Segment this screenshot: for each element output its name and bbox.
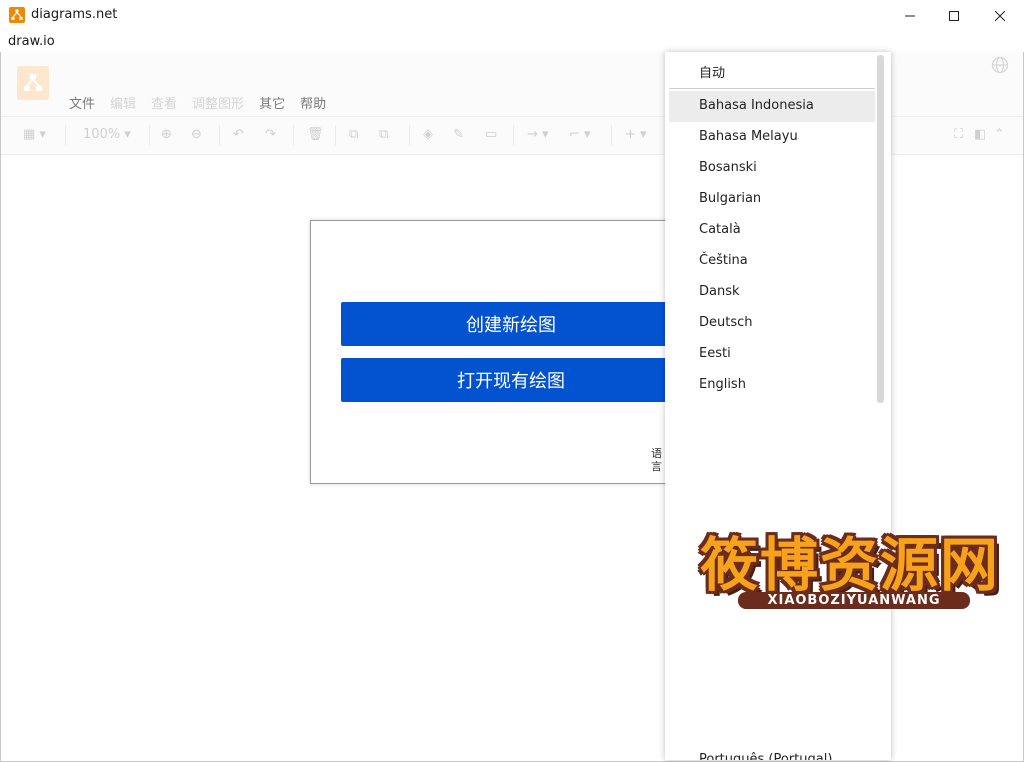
close-icon (995, 11, 1005, 21)
fill-color-icon[interactable]: ◈ (423, 127, 433, 143)
watermark-title: 筱博资源网 (699, 531, 1000, 599)
redo-icon[interactable]: ↷ (265, 127, 276, 143)
format-panel-icon[interactable]: ▦ ▾ (23, 127, 46, 143)
language-item[interactable]: Bahasa Melayu (669, 122, 875, 153)
language-item[interactable]: Deutsch (669, 308, 875, 339)
toolbar-divider (219, 125, 220, 145)
shadow-icon[interactable]: ▭ (485, 127, 497, 143)
open-existing-diagram-button[interactable]: 打开现有绘图 (341, 358, 681, 402)
zoom-value: 100% (83, 127, 121, 142)
language-item[interactable]: Bahasa Indonesia (669, 91, 875, 122)
language-item-auto[interactable]: 自动 (669, 55, 875, 86)
zoom-select[interactable]: 100% ▾ (83, 127, 131, 143)
close-button[interactable] (977, 0, 1023, 32)
minimize-button[interactable] (887, 0, 933, 32)
splash-dialog: 创建新绘图 打开现有绘图 语言 (310, 220, 712, 484)
drawio-logo (17, 66, 49, 100)
menu-scrollbar[interactable] (877, 55, 884, 403)
toolbar-divider (293, 125, 294, 145)
menu-arrange[interactable]: 调整图形 (192, 93, 244, 112)
language-menu: 自动 Bahasa Indonesia Bahasa Melayu Bosans… (665, 52, 891, 760)
watermark-logo: 筱博资源网 XIAOBOZIYUANWANG (680, 518, 1020, 618)
globe-icon[interactable] (991, 56, 1009, 74)
toolbar-divider (65, 125, 66, 145)
toolbar-divider (149, 125, 150, 145)
format-toggle-icon[interactable]: ◧ (974, 127, 986, 143)
language-item-partial[interactable]: Português (Portugal) (699, 748, 832, 760)
maximize-button[interactable] (931, 0, 977, 32)
language-item[interactable]: Bulgarian (669, 184, 875, 215)
zoom-out-icon[interactable]: ⊖ (191, 127, 202, 143)
language-item[interactable]: Dansk (669, 277, 875, 308)
connection-icon[interactable]: → ▾ (527, 127, 549, 143)
language-item[interactable]: Eesti (669, 339, 875, 370)
to-back-icon[interactable]: ⧉ (379, 127, 388, 143)
language-item[interactable]: Čeština (669, 246, 875, 277)
menu-help[interactable]: 帮助 (300, 93, 326, 112)
line-color-icon[interactable]: ✎ (453, 127, 464, 143)
delete-icon[interactable]: 🗑 (307, 127, 324, 143)
language-link[interactable]: 语言 (651, 447, 665, 473)
maximize-icon (949, 11, 959, 21)
waypoints-icon[interactable]: ⌐ ▾ (569, 127, 591, 143)
create-new-diagram-button[interactable]: 创建新绘图 (341, 302, 681, 346)
fullscreen-icon[interactable]: ⛶ (954, 127, 963, 143)
title-bar: diagrams.net (0, 0, 1024, 32)
menu-view[interactable]: 查看 (151, 93, 177, 112)
menu-divider (669, 88, 875, 89)
menu-edit[interactable]: 编辑 (110, 93, 136, 112)
to-front-icon[interactable]: ⧉ (349, 127, 358, 143)
window-title: diagrams.net (31, 7, 118, 22)
toolbar-divider (513, 125, 514, 145)
menubar-label[interactable]: draw.io (8, 34, 55, 49)
collapse-icon[interactable]: ⌃ (994, 127, 1005, 143)
toolbar-divider (409, 125, 410, 145)
language-item[interactable]: Català (669, 215, 875, 246)
toolbar-divider (611, 125, 612, 145)
toolbar-divider (335, 125, 336, 145)
language-item[interactable]: English (669, 370, 875, 401)
language-item[interactable]: Bosanski (669, 153, 875, 184)
zoom-in-icon[interactable]: ⊕ (161, 127, 172, 143)
insert-icon[interactable]: + ▾ (625, 127, 647, 143)
menu-extras[interactable]: 其它 (259, 93, 285, 112)
menu-file[interactable]: 文件 (69, 93, 95, 112)
electron-menubar: draw.io (0, 32, 1024, 52)
drawio-app-icon (9, 7, 25, 23)
undo-icon[interactable]: ↶ (233, 127, 244, 143)
watermark-subtitle: XIAOBOZIYUANWANG (738, 592, 970, 609)
drawio-menu: 文件 编辑 查看 调整图形 其它 帮助 (69, 93, 341, 112)
minimize-icon (905, 15, 915, 17)
